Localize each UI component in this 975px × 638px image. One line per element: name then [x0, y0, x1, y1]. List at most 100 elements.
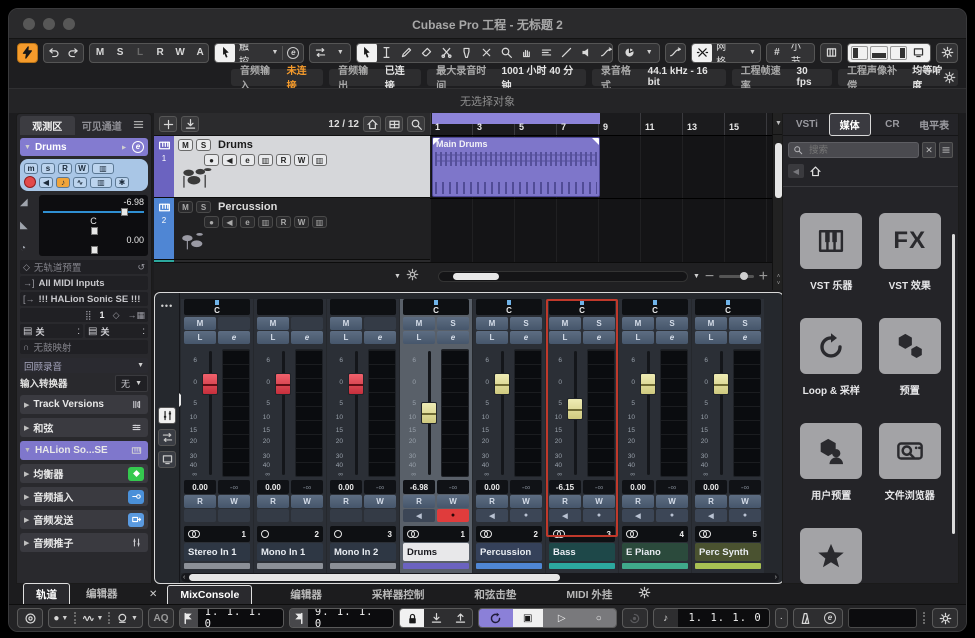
- monitor-button[interactable]: ◀: [39, 177, 53, 188]
- play-tool[interactable]: [577, 43, 597, 63]
- output-routing-row[interactable]: [→!!! HALion Sonic SE !!!: [20, 292, 148, 306]
- pan-control[interactable]: C: [184, 299, 250, 315]
- lower-zone-setup-gear-icon[interactable]: [638, 586, 651, 602]
- media-rack-tab[interactable]: CR: [873, 116, 913, 133]
- section-icon[interactable]: [128, 421, 144, 435]
- channel-routing[interactable]: 1: [403, 526, 469, 542]
- channel-name[interactable]: Drums: [403, 543, 469, 561]
- inspector-section[interactable]: ▶ 均衡器: [20, 464, 148, 483]
- section-icon[interactable]: [128, 444, 144, 458]
- snap-toggle[interactable]: [692, 43, 712, 63]
- monitor-button[interactable]: ◀: [622, 509, 654, 522]
- write-automation-button[interactable]: W: [291, 495, 323, 508]
- media-search-box[interactable]: [788, 142, 919, 158]
- write-automation-button[interactable]: W: [218, 495, 250, 508]
- channel-routing[interactable]: 1: [184, 526, 250, 542]
- mixer-channel-strip[interactable]: C M S L e 6051015203040∞ -6.98 -∞ R W ◀ …: [400, 299, 472, 573]
- pan-control[interactable]: C: [695, 299, 761, 315]
- play-button[interactable]: ▷: [543, 608, 581, 628]
- record-enable-button[interactable]: ●: [437, 509, 469, 522]
- write-automation-button[interactable]: W: [729, 495, 761, 508]
- edit-channel-button[interactable]: e: [218, 331, 250, 344]
- show-routing-button[interactable]: [158, 429, 176, 446]
- channel-color-strip[interactable]: [695, 563, 761, 569]
- volume-fader[interactable]: [198, 347, 222, 479]
- peak-readout[interactable]: -∞: [437, 480, 469, 494]
- channel-routing[interactable]: 4: [622, 526, 688, 542]
- hex2-icon[interactable]: [879, 318, 941, 374]
- mixer-channel-strip[interactable]: M L e 6051015203040∞ 0.00 -∞ R W ◀ ● 3 M…: [327, 299, 399, 573]
- peak-readout[interactable]: -∞: [583, 480, 615, 494]
- lower-zone-tab[interactable]: MIDI 外挂: [554, 584, 624, 605]
- retrospective-record-button[interactable]: [623, 608, 647, 628]
- channel-name[interactable]: E Piano: [622, 543, 688, 561]
- browser-icon[interactable]: [879, 423, 941, 479]
- fader-cap[interactable]: [202, 373, 218, 395]
- show-meter-bridge-button[interactable]: [158, 451, 176, 468]
- pan-control[interactable]: C: [476, 299, 542, 315]
- undo-button[interactable]: [44, 43, 64, 63]
- write-automation-button[interactable]: W: [510, 495, 542, 508]
- glue-tool[interactable]: [457, 43, 477, 63]
- mute-tool[interactable]: [477, 43, 497, 63]
- mute-button[interactable]: M: [178, 139, 193, 151]
- userpreset-icon[interactable]: [800, 423, 862, 479]
- monitor-button[interactable]: ◀: [476, 509, 508, 522]
- color-tool[interactable]: [619, 43, 639, 63]
- tempo-display[interactable]: [848, 608, 918, 628]
- rack-scrollbar[interactable]: [952, 234, 955, 534]
- status-item[interactable]: 工程帧速率30 fps: [732, 69, 832, 86]
- read-automation-button[interactable]: R: [276, 216, 291, 228]
- section-icon[interactable]: [128, 536, 144, 550]
- peak-readout[interactable]: -∞: [510, 480, 542, 494]
- inspector-menu-icon[interactable]: [129, 118, 148, 134]
- drum-map-row[interactable]: ∩无鼓映射: [20, 340, 148, 354]
- volume-fader[interactable]: [417, 347, 441, 479]
- punch-out-button[interactable]: [448, 608, 472, 628]
- record-enable-button[interactable]: ●: [204, 216, 219, 228]
- track-table-button[interactable]: [385, 116, 403, 132]
- pan-slider[interactable]: [43, 227, 144, 235]
- media-rack-tab[interactable]: 媒体: [829, 113, 871, 136]
- track-preset-row[interactable]: ◇无轨道预置↺: [20, 260, 148, 274]
- read-automation-button[interactable]: R: [549, 495, 581, 508]
- channel-name[interactable]: Percussion: [476, 543, 542, 561]
- record-mode-select[interactable]: ●▼: [49, 608, 73, 628]
- loop-icon[interactable]: [800, 318, 862, 374]
- lock-locators-button[interactable]: [400, 608, 424, 628]
- lane-display-button[interactable]: ▥: [312, 216, 327, 228]
- reload-icon[interactable]: ↺: [137, 262, 145, 273]
- write-automation-button[interactable]: W: [583, 495, 615, 508]
- range-tool[interactable]: [377, 43, 397, 63]
- mute-button[interactable]: M: [184, 317, 216, 330]
- channel-name[interactable]: Mono In 2: [330, 543, 396, 561]
- fader-cap[interactable]: [494, 373, 510, 395]
- solo-button[interactable]: s: [41, 163, 55, 174]
- cycle-region[interactable]: [432, 113, 600, 124]
- solo-button[interactable]: S: [656, 317, 688, 330]
- inspector-section[interactable]: ▶ 音频插入: [20, 487, 148, 506]
- channel-routing[interactable]: 2: [476, 526, 542, 542]
- quantize-button[interactable]: ♪: [56, 177, 70, 188]
- primary-time-display[interactable]: 1. 1. 1. 0: [678, 608, 769, 628]
- pan-control[interactable]: [330, 299, 396, 315]
- grid-type-select[interactable]: 小节: [787, 43, 814, 63]
- left-zone-toggle[interactable]: [851, 46, 869, 60]
- redo-button[interactable]: [64, 43, 84, 63]
- instrument-button[interactable]: ▥: [258, 154, 273, 166]
- scrollbar-thumb[interactable]: [775, 143, 782, 198]
- pan-control[interactable]: C: [403, 299, 469, 315]
- retrospective-record-row[interactable]: 回顾录音▼: [20, 358, 148, 373]
- track-row-percussion[interactable]: 2 M S Percussion ● ◀ e ▥ R: [154, 198, 430, 260]
- write-automation-button[interactable]: W: [294, 154, 309, 166]
- mute-button[interactable]: M: [695, 317, 727, 330]
- global-l-button[interactable]: L: [130, 43, 150, 63]
- track-name[interactable]: Drums: [218, 139, 253, 151]
- channel-color-strip[interactable]: [257, 563, 323, 569]
- inspector-section[interactable]: ▼ HALion So...SE: [20, 441, 148, 460]
- lower-zone-tab[interactable]: 采样器控制: [360, 584, 437, 605]
- track-color-strip[interactable]: 1: [154, 136, 174, 197]
- mixer-channel-strip[interactable]: C M S L e 6051015203040∞ -6.15 -∞ R W ◀ …: [546, 299, 618, 573]
- expand-arrow-icon[interactable]: ▶: [24, 401, 29, 409]
- draw-tool[interactable]: [397, 43, 417, 63]
